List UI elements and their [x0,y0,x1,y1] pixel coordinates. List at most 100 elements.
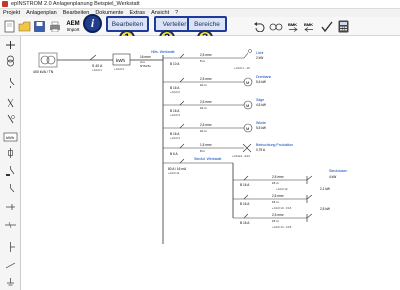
check-button[interactable] [319,18,334,35]
branch-beleuchtung-fuse: B 6 A [170,152,178,156]
sub-branch-1-load: 4 kW [329,175,336,179]
sub-branch-3-id: +A0-F14...F18 [272,225,292,229]
main-switch[interactable] [89,54,97,61]
symbol-disconnector[interactable] [2,258,19,272]
sub-branch-3-len: 15 m [272,219,279,223]
branch-winde-id: +A0-F4 [170,136,180,140]
symbol-fuse[interactable] [2,146,19,160]
branch-beleuchtung-id: +A0-E4...E12 [232,154,250,158]
info-icon[interactable]: i [83,14,102,33]
symbol-busbar[interactable] [2,38,19,52]
bmk-button-1[interactable]: BMK [285,18,300,35]
symbol-socket[interactable] [2,200,19,214]
symbol-cable[interactable] [2,218,19,232]
breaker-icon [7,98,14,108]
undo-button[interactable] [251,18,266,35]
symbol-toolbar: kWh [0,36,21,290]
transformer-label: 400 kVA / TN [33,70,54,74]
sub-branch-1-id: +A0-F12 [276,187,288,191]
zoom-icon [269,23,282,30]
sub-feeder-label: Steckd. Werkstatt [194,157,221,161]
feeder-type-label: NYM-5x [140,64,151,68]
bmk-refresh-icon [303,26,313,32]
calculator-button[interactable] [336,18,351,35]
print-button[interactable] [47,18,62,35]
branch-saege-load: 4,5 kW [256,103,266,107]
branch-drehbank-len: 10 m [200,83,207,87]
new-file-icon [4,20,15,33]
disconnector-icon [5,262,16,269]
branch-saege-cable: 2,5 mm² [200,100,212,104]
menu-anlagenplan[interactable]: Anlagenplan [26,10,57,16]
symbol-rcd[interactable] [2,112,19,126]
symbol-breaker[interactable] [2,96,19,110]
sub-branch-1-cable: 2,5 mm² [272,175,284,179]
branch-beleuchtung-label: Beleuchtung Produktion [256,143,293,147]
feeder-cable-label: 16 mm² [140,55,151,59]
window-title: epINSTROM 2.0 Anlagenplanung Beispiel_We… [11,1,140,7]
sub-branch-2-fuse: B 16 A [240,202,250,206]
sub-branch-2-cable: 2,5 mm² [272,194,284,198]
branch-saege-len: 10 m [200,106,207,110]
transformer-symbol[interactable] [38,52,58,68]
feeder-name-label: Hilfs. Werkstatt [151,50,174,54]
branch-licht-len: 5 m [200,59,206,63]
meter-id-label: +A0-P1 [114,67,124,71]
branch-beleuchtung-cable: 1,5 mm² [200,143,212,147]
fuse-icon [8,148,13,158]
ground-icon [7,278,14,286]
aem-import-button[interactable]: AEM Import [63,18,83,35]
symbol-ground[interactable] [2,276,19,290]
main-id-label: +A0-F1 [92,68,102,72]
branch-saege-label: Säge [256,98,264,102]
cable-icon [5,221,16,229]
sub-branch-3-load: 2,5 kW [320,207,330,211]
sub-branch-3-fuse: B 16 A [240,221,250,225]
zoom-button[interactable] [268,18,283,35]
branch-winde-load: 5,5 kW [256,126,266,130]
junction-icon [10,242,15,252]
symbol-switch[interactable] [2,76,19,90]
menu-bearbeiten[interactable]: Bearbeiten [63,10,90,16]
save-icon [34,21,45,32]
sub-branch-3-cable: 2,5 mm² [272,213,284,217]
title-bar: epINSTROM 2.0 Anlagenplanung Beispiel_We… [0,0,400,9]
symbol-junction[interactable] [2,240,19,254]
symbol-meter[interactable]: kWh [2,130,19,144]
import-label: Import [66,27,80,32]
load-icon [10,184,15,193]
symbol-load[interactable] [2,182,19,196]
contactor-icon [6,166,15,176]
branch-saege-id: +A0-F3 [170,113,180,117]
schematic-canvas[interactable]: 400 kVA / TN S 40 A +A0-F1 kWh +A0-P1 16… [22,36,400,290]
branch-licht-fuse: B 10 A [170,62,180,66]
open-button[interactable] [17,18,32,35]
sub-branch-2-len: 15 m [272,200,279,204]
save-button[interactable] [32,18,47,35]
symbol-contactor[interactable] [2,164,19,178]
branch-drehbank-cable: 2,5 mm² [200,77,212,81]
svg-text:M: M [246,103,249,108]
branch-beleuchtung-len: 8 m [200,149,206,153]
bmk-arrow-icon [288,26,298,32]
single-line-diagram[interactable]: 400 kVA / TN S 40 A +A0-F1 kWh +A0-P1 16… [22,36,400,290]
menu-projekt[interactable]: Projekt [3,10,20,16]
branch-licht-id: +A0-F1...10 [234,66,250,70]
transformer-icon [7,55,14,67]
meter-icon: kWh [3,132,18,142]
branch-drehbank-load: 5,6 kW [256,80,266,84]
new-file-button[interactable] [2,18,17,35]
branch-beleuchtung-load: 0,75 A [256,148,266,152]
sub-branch-1-len: 15 m [272,181,279,185]
branch-drehbank-label: Drehbank [256,75,271,79]
sub-branch-2-id: +A0-F13...F16 [272,206,292,210]
branch-licht-cable: 2,5 mm² [200,53,212,57]
switch-icon [10,78,15,88]
branch-drehbank-id: +A0-F2 [170,90,180,94]
branch-winde-cable: 2,5 mm² [200,123,212,127]
bmk-button-2[interactable]: BMK [301,18,316,35]
symbol-transformer[interactable] [2,54,19,68]
sub-branch-2-load: 2,1 kW [320,187,330,191]
branch-winde-label: Winde [256,121,266,125]
folder-icon [18,21,31,32]
